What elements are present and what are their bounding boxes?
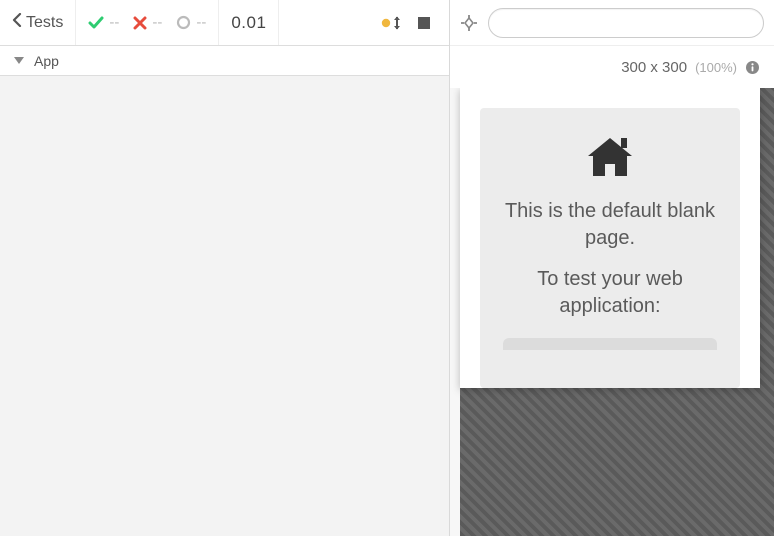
command-log-pane: Tests -- --	[0, 0, 450, 536]
back-label: Tests	[26, 14, 63, 32]
pending-count: --	[196, 14, 206, 31]
preview-viewport: This is the default blank page. To test …	[450, 88, 774, 536]
viewport-info: 300 x 300 (100%)	[450, 46, 774, 88]
duration-value: 0.01	[231, 13, 266, 33]
home-icon	[582, 132, 638, 182]
aut-toolbar	[450, 0, 774, 46]
passed-count: --	[109, 14, 119, 31]
viewport-menu-toggle[interactable]	[381, 14, 403, 32]
stop-button[interactable]	[417, 16, 431, 30]
aut-pane: 300 x 300 (100%) This is the default bla…	[450, 0, 774, 536]
back-to-tests[interactable]: Tests	[0, 0, 76, 45]
aut-iframe: This is the default blank page. To test …	[460, 88, 760, 388]
check-icon	[88, 16, 104, 30]
viewport-zoom: (100%)	[695, 60, 737, 75]
command-log-body	[0, 76, 449, 536]
viewport-dimensions: 300 x 300	[621, 59, 687, 76]
toolbar-spacer	[279, 0, 369, 45]
stat-failed: --	[133, 14, 162, 31]
caret-down-icon	[14, 57, 24, 64]
stat-passed: --	[88, 14, 119, 31]
chevron-left-icon	[12, 13, 22, 32]
runner-toolbar: Tests -- --	[0, 0, 449, 46]
spec-row[interactable]: App	[0, 46, 449, 76]
failed-count: --	[152, 14, 162, 31]
x-icon	[133, 16, 147, 30]
stat-pending: --	[176, 14, 206, 31]
info-icon[interactable]	[745, 60, 760, 75]
duration: 0.01	[219, 0, 279, 45]
partial-button	[503, 338, 717, 350]
url-input[interactable]	[488, 8, 764, 38]
circle-icon	[176, 15, 191, 30]
blank-message-1: This is the default blank page.	[494, 198, 726, 252]
run-controls	[369, 0, 449, 45]
spec-name: App	[34, 53, 59, 69]
test-stats: -- -- --	[76, 0, 219, 45]
blank-message-2: To test your web application:	[494, 266, 726, 320]
blank-page-card: This is the default blank page. To test …	[480, 108, 740, 388]
selector-playground-button[interactable]	[460, 14, 478, 32]
